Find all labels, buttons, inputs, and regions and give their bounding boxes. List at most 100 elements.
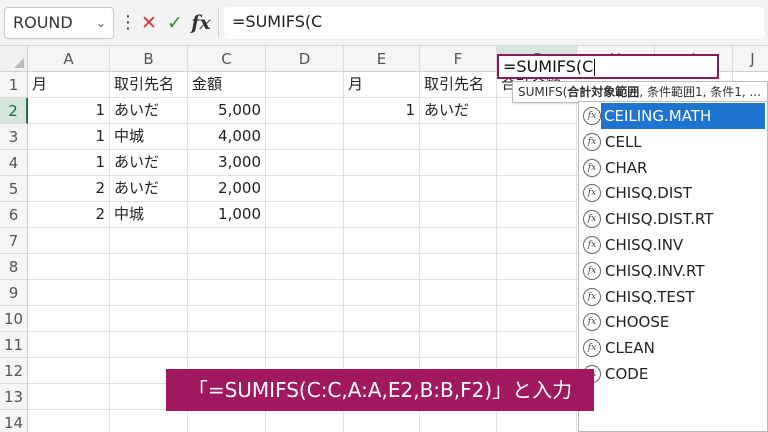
autocomplete-item[interactable]: fx CEILING.MATH [579, 103, 767, 129]
cell-f2[interactable]: あいだ [420, 98, 497, 124]
cell-e2[interactable]: 1 [344, 98, 420, 124]
cell-e7[interactable] [344, 228, 420, 254]
cell-d9[interactable] [266, 280, 344, 306]
row-header-6[interactable]: 6 [0, 202, 28, 228]
row-header-4[interactable]: 4 [0, 150, 28, 176]
cell-c9[interactable] [188, 280, 266, 306]
autocomplete-item[interactable]: fx CHISQ.DIST.RT [579, 206, 767, 232]
cell-e11[interactable] [344, 332, 420, 358]
cell-b14[interactable] [110, 410, 188, 432]
cell-c10[interactable] [188, 306, 266, 332]
cell-c8[interactable] [188, 254, 266, 280]
cell-c7[interactable] [188, 228, 266, 254]
cell-e5[interactable] [344, 176, 420, 202]
cell-e14[interactable] [344, 410, 420, 432]
formula-input[interactable]: =SUMIFS(C [224, 7, 764, 39]
cell-f10[interactable] [420, 306, 497, 332]
column-header-a[interactable]: A [28, 46, 110, 72]
cell-a5[interactable]: 2 [28, 176, 110, 202]
cell-f7[interactable] [420, 228, 497, 254]
cell-e10[interactable] [344, 306, 420, 332]
cell-g10[interactable] [497, 306, 577, 332]
autocomplete-item[interactable]: fxCODE [579, 361, 767, 387]
row-header-3[interactable]: 3 [0, 124, 28, 150]
column-header-d[interactable]: D [266, 46, 344, 72]
cell-c5[interactable]: 2,000 [188, 176, 266, 202]
cell-e3[interactable] [344, 124, 420, 150]
cell-a7[interactable] [28, 228, 110, 254]
row-header-2[interactable]: 2 [0, 98, 28, 124]
cell-a8[interactable] [28, 254, 110, 280]
cell-e9[interactable] [344, 280, 420, 306]
cell-a6[interactable]: 2 [28, 202, 110, 228]
cell-c14[interactable] [188, 410, 266, 432]
row-header-11[interactable]: 11 [0, 332, 28, 358]
cell-a13[interactable] [28, 384, 110, 410]
row-header-10[interactable]: 10 [0, 306, 28, 332]
cell-c6[interactable]: 1,000 [188, 202, 266, 228]
cell-b2[interactable]: あいだ [110, 98, 188, 124]
cell-a1[interactable]: 月 [28, 72, 110, 98]
cell-b10[interactable] [110, 306, 188, 332]
cell-d8[interactable] [266, 254, 344, 280]
cell-d7[interactable] [266, 228, 344, 254]
cell-a14[interactable] [28, 410, 110, 432]
cell-f6[interactable] [420, 202, 497, 228]
row-header-13[interactable]: 13 [0, 384, 28, 410]
cell-g14[interactable] [497, 410, 577, 432]
cell-g8[interactable] [497, 254, 577, 280]
row-header-14[interactable]: 14 [0, 410, 28, 432]
cell-e8[interactable] [344, 254, 420, 280]
chevron-down-icon[interactable]: ⌄ [96, 8, 106, 38]
cell-f11[interactable] [420, 332, 497, 358]
cell-f14[interactable] [420, 410, 497, 432]
cell-d10[interactable] [266, 306, 344, 332]
cell-d5[interactable] [266, 176, 344, 202]
cell-a12[interactable] [28, 358, 110, 384]
autocomplete-item[interactable]: fx CHISQ.INV [579, 232, 767, 258]
cell-f1[interactable]: 取引先名 [420, 72, 497, 98]
autocomplete-item[interactable]: fx CHAR [579, 155, 767, 181]
row-header-12[interactable]: 12 [0, 358, 28, 384]
cell-f3[interactable] [420, 124, 497, 150]
select-all-corner[interactable] [0, 46, 28, 72]
cell-b5[interactable]: あいだ [110, 176, 188, 202]
cell-f9[interactable] [420, 280, 497, 306]
cell-c3[interactable]: 4,000 [188, 124, 266, 150]
column-header-f[interactable]: F [420, 46, 497, 72]
cell-a10[interactable] [28, 306, 110, 332]
cell-f8[interactable] [420, 254, 497, 280]
active-cell-editor[interactable]: =SUMIFS(C [497, 54, 719, 79]
cell-d1[interactable] [266, 72, 344, 98]
row-header-1[interactable]: 1 [0, 72, 28, 98]
cell-b7[interactable] [110, 228, 188, 254]
cell-c2[interactable]: 5,000 [188, 98, 266, 124]
cell-g3[interactable] [497, 124, 577, 150]
autocomplete-item[interactable]: fx CHOOSE [579, 309, 767, 335]
autocomplete-item[interactable]: fx CHISQ.TEST [579, 284, 767, 310]
cancel-icon[interactable]: ✕ [138, 10, 160, 36]
autocomplete-item[interactable]: fx CHISQ.DIST [579, 180, 767, 206]
column-header-e[interactable]: E [344, 46, 420, 72]
cell-a9[interactable] [28, 280, 110, 306]
cell-c4[interactable]: 3,000 [188, 150, 266, 176]
cell-d3[interactable] [266, 124, 344, 150]
cell-d2[interactable] [266, 98, 344, 124]
cell-f5[interactable] [420, 176, 497, 202]
column-header-c[interactable]: C [188, 46, 266, 72]
cell-d4[interactable] [266, 150, 344, 176]
row-header-5[interactable]: 5 [0, 176, 28, 202]
row-header-7[interactable]: 7 [0, 228, 28, 254]
name-box[interactable]: ROUND ⌄ [4, 7, 114, 39]
cell-e6[interactable] [344, 202, 420, 228]
enter-check-icon[interactable]: ✓ [164, 10, 186, 36]
cell-e4[interactable] [344, 150, 420, 176]
cell-b3[interactable]: 中城 [110, 124, 188, 150]
cell-c1[interactable]: 金額 [188, 72, 266, 98]
autocomplete-item[interactable]: fx CELL [579, 129, 767, 155]
cell-g4[interactable] [497, 150, 577, 176]
cell-f4[interactable] [420, 150, 497, 176]
cell-g7[interactable] [497, 228, 577, 254]
insert-function-icon[interactable]: fx [190, 10, 212, 36]
cell-b11[interactable] [110, 332, 188, 358]
